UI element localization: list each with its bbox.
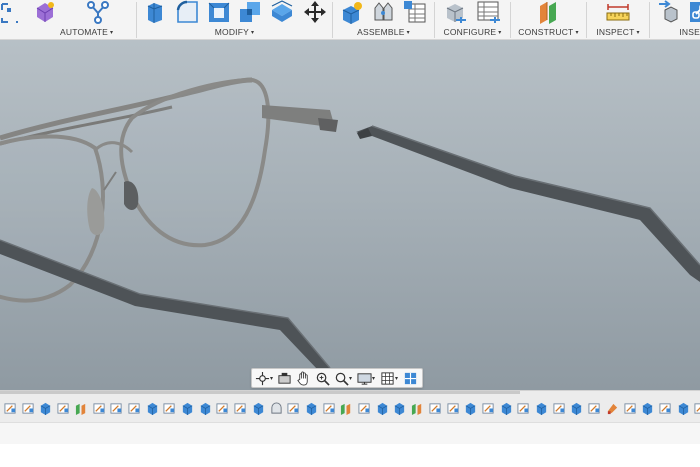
bottom-area: [0, 444, 700, 467]
toolbar-group-inspect: INSPECT ▾: [587, 0, 649, 40]
timeline-sketch-icon[interactable]: [482, 402, 495, 415]
timeline-form-icon[interactable]: [270, 402, 283, 415]
component-table-icon[interactable]: [403, 0, 427, 24]
timeline-sketch-icon[interactable]: [623, 402, 637, 415]
fit-icon[interactable]: [334, 371, 349, 386]
toolbar-group-construct: CONSTRUCT ▾: [511, 0, 586, 40]
construct-menu[interactable]: CONSTRUCT ▾: [511, 27, 586, 37]
insert-menu[interactable]: INSE: [650, 27, 700, 37]
timeline-scrollbar[interactable]: [0, 391, 520, 394]
left-temple[interactable]: [0, 239, 331, 370]
navigation-bar: ▾ ▾ ▾ ▾: [251, 368, 423, 388]
timeline-split-icon[interactable]: [411, 402, 424, 415]
timeline-extrude-icon[interactable]: [535, 402, 548, 415]
display-settings-icon[interactable]: [357, 371, 372, 386]
timeline-extrude-icon[interactable]: [500, 402, 513, 415]
timeline-sketch-icon[interactable]: [358, 402, 371, 415]
timeline-extrude-icon[interactable]: [181, 402, 194, 415]
timeline-split-icon[interactable]: [340, 402, 353, 415]
timeline-appearance-icon[interactable]: [606, 402, 619, 415]
viewports-icon[interactable]: [403, 371, 418, 386]
timeline-sketch-icon[interactable]: [446, 402, 460, 415]
status-bar: [0, 422, 700, 444]
timeline-sketch-icon[interactable]: [22, 402, 35, 415]
timeline-extrude-icon[interactable]: [146, 402, 159, 415]
timeline-extrude-icon[interactable]: [570, 402, 583, 415]
new-component-icon[interactable]: [340, 0, 364, 24]
configure-icon[interactable]: [444, 0, 468, 24]
toolbar-group-assemble: ASSEMBLE ▾: [333, 0, 434, 40]
timeline-extrude-icon[interactable]: [464, 402, 477, 415]
configuration-table-icon[interactable]: [476, 0, 500, 24]
timeline-extrude-icon[interactable]: [641, 402, 654, 415]
configure-menu[interactable]: CONFIGURE ▾: [435, 27, 510, 37]
create-form-icon[interactable]: [33, 0, 57, 24]
automate-menu[interactable]: AUTOMATE ▾: [0, 27, 136, 37]
right-temple[interactable]: [356, 125, 700, 282]
toolbar-group-modify: MODIFY ▾: [137, 0, 332, 40]
timeline-sketch-icon[interactable]: [588, 402, 601, 415]
timeline-extrude-icon[interactable]: [39, 402, 52, 415]
timeline-sketch-icon[interactable]: [287, 402, 300, 415]
timeline-sketch-icon[interactable]: [128, 402, 141, 415]
display-menu-caret[interactable]: ▾: [372, 375, 375, 382]
automate-graph-icon[interactable]: [86, 0, 110, 24]
timeline-extrude-icon[interactable]: [677, 402, 690, 415]
grid-menu-caret[interactable]: ▾: [395, 375, 398, 382]
move-icon[interactable]: [303, 0, 327, 24]
timeline-sketch-icon[interactable]: [429, 402, 442, 415]
insert-derive-icon[interactable]: [657, 0, 681, 24]
toolbar-group-automate: AUTOMATE ▾: [0, 0, 136, 40]
modify-menu[interactable]: MODIFY ▾: [137, 27, 332, 37]
timeline-sketch-icon[interactable]: [163, 402, 176, 415]
timeline-sketch-icon[interactable]: [92, 402, 106, 415]
timeline-sketch-icon[interactable]: [659, 402, 672, 415]
shell-icon[interactable]: [207, 0, 231, 24]
zoom-window-icon[interactable]: [315, 371, 330, 386]
joint-icon[interactable]: [371, 0, 395, 24]
orbit-icon[interactable]: [255, 371, 270, 386]
glasses-model[interactable]: [0, 40, 700, 390]
offset-plane-icon[interactable]: [537, 0, 561, 24]
timeline-extrude-icon[interactable]: [199, 402, 212, 415]
timeline-sketch-icon[interactable]: [694, 402, 700, 415]
offset-face-icon[interactable]: [270, 0, 294, 24]
timeline: [0, 390, 700, 422]
right-hinge-arm: [262, 105, 338, 132]
timeline-sketch-icon[interactable]: [4, 402, 17, 415]
toolbar-group-insert: INSE: [650, 0, 700, 40]
assemble-menu[interactable]: ASSEMBLE ▾: [333, 27, 434, 37]
timeline-split-icon[interactable]: [75, 402, 88, 415]
timeline-extrude-icon[interactable]: [305, 402, 318, 415]
orbit-menu-caret[interactable]: ▾: [270, 375, 273, 382]
timeline-sketch-icon[interactable]: [57, 402, 70, 415]
fillet-icon[interactable]: [175, 0, 199, 24]
timeline-sketch-icon[interactable]: [216, 402, 229, 415]
press-pull-icon[interactable]: [144, 0, 168, 24]
toolbar-group-configure: CONFIGURE ▾: [435, 0, 510, 40]
inspect-menu[interactable]: INSPECT ▾: [587, 27, 649, 37]
select-bracket-icon[interactable]: [0, 0, 24, 24]
timeline-sketch-icon[interactable]: [110, 402, 123, 415]
combine-icon[interactable]: [238, 0, 262, 24]
timeline-sketch-icon[interactable]: [517, 402, 530, 415]
timeline-extrude-icon[interactable]: [376, 402, 389, 415]
timeline-sketch-icon[interactable]: [234, 402, 247, 415]
zoom-menu-caret[interactable]: ▾: [349, 375, 352, 382]
timeline-extrude-icon[interactable]: [393, 402, 406, 415]
toolbar: AUTOMATE ▾ MODIFY ▾ ASSEMBLE ▾ CONFIGURE…: [0, 0, 700, 40]
timeline-extrude-icon[interactable]: [252, 402, 265, 415]
grid-settings-icon[interactable]: [380, 371, 395, 386]
insert-link-icon[interactable]: [688, 0, 700, 24]
look-at-icon[interactable]: [277, 371, 292, 386]
canvas-viewport[interactable]: ▾ ▾ ▾ ▾: [0, 40, 700, 390]
timeline-sketch-icon[interactable]: [553, 402, 566, 415]
measure-icon[interactable]: [606, 0, 630, 24]
pan-icon[interactable]: [296, 371, 311, 386]
timeline-sketch-icon[interactable]: [323, 402, 336, 415]
